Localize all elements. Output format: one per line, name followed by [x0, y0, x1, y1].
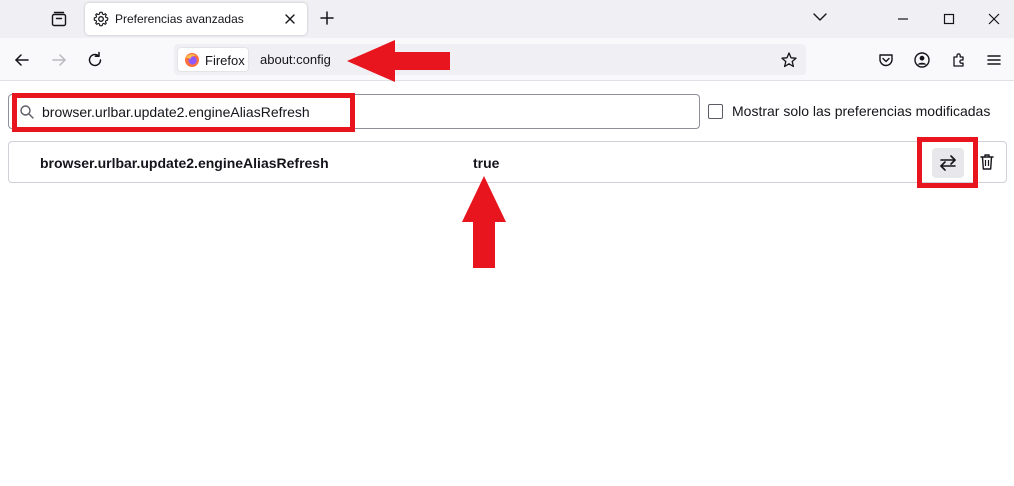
- gear-icon: [93, 11, 109, 27]
- navigation-toolbar: Firefox about:config: [0, 38, 1014, 81]
- chevron-down-icon[interactable]: [812, 9, 828, 25]
- bookmark-star-icon[interactable]: [780, 51, 798, 69]
- identity-label: Firefox: [205, 53, 245, 68]
- pocket-icon[interactable]: [876, 50, 896, 70]
- close-tab-icon[interactable]: [282, 11, 298, 27]
- account-icon[interactable]: [912, 50, 932, 70]
- firefox-logo-icon: [185, 53, 199, 67]
- firefox-view-button[interactable]: [46, 6, 72, 32]
- annotation-highlight-toggle: [917, 137, 978, 188]
- reload-icon[interactable]: [85, 50, 105, 70]
- modified-only-label[interactable]: Mostrar solo las preferencias modificada…: [732, 103, 990, 119]
- minimize-window-icon[interactable]: [894, 10, 912, 28]
- preference-value: true: [473, 155, 500, 171]
- firefox-view-icon: [51, 11, 67, 27]
- trash-icon[interactable]: [977, 152, 997, 172]
- tab-bar: Preferencias avanzadas: [0, 0, 1014, 38]
- extensions-puzzle-icon[interactable]: [949, 50, 969, 70]
- identity-box[interactable]: Firefox: [177, 47, 249, 72]
- active-tab[interactable]: Preferencias avanzadas: [85, 3, 307, 35]
- tab-title: Preferencias avanzadas: [115, 12, 244, 26]
- preference-name: browser.urlbar.update2.engineAliasRefres…: [40, 155, 329, 171]
- hamburger-menu-icon[interactable]: [984, 50, 1004, 70]
- close-window-icon[interactable]: [985, 10, 1003, 28]
- url-text[interactable]: about:config: [260, 52, 331, 67]
- annotation-arrow-left: [347, 40, 450, 82]
- back-arrow-icon[interactable]: [12, 50, 32, 70]
- forward-arrow-icon[interactable]: [49, 50, 69, 70]
- annotation-arrow-up: [462, 176, 506, 268]
- maximize-window-icon[interactable]: [940, 10, 958, 28]
- address-bar[interactable]: Firefox about:config: [174, 44, 806, 75]
- annotation-highlight-search: [12, 93, 355, 132]
- modified-only-checkbox[interactable]: [708, 104, 723, 119]
- new-tab-plus-icon[interactable]: [318, 9, 336, 27]
